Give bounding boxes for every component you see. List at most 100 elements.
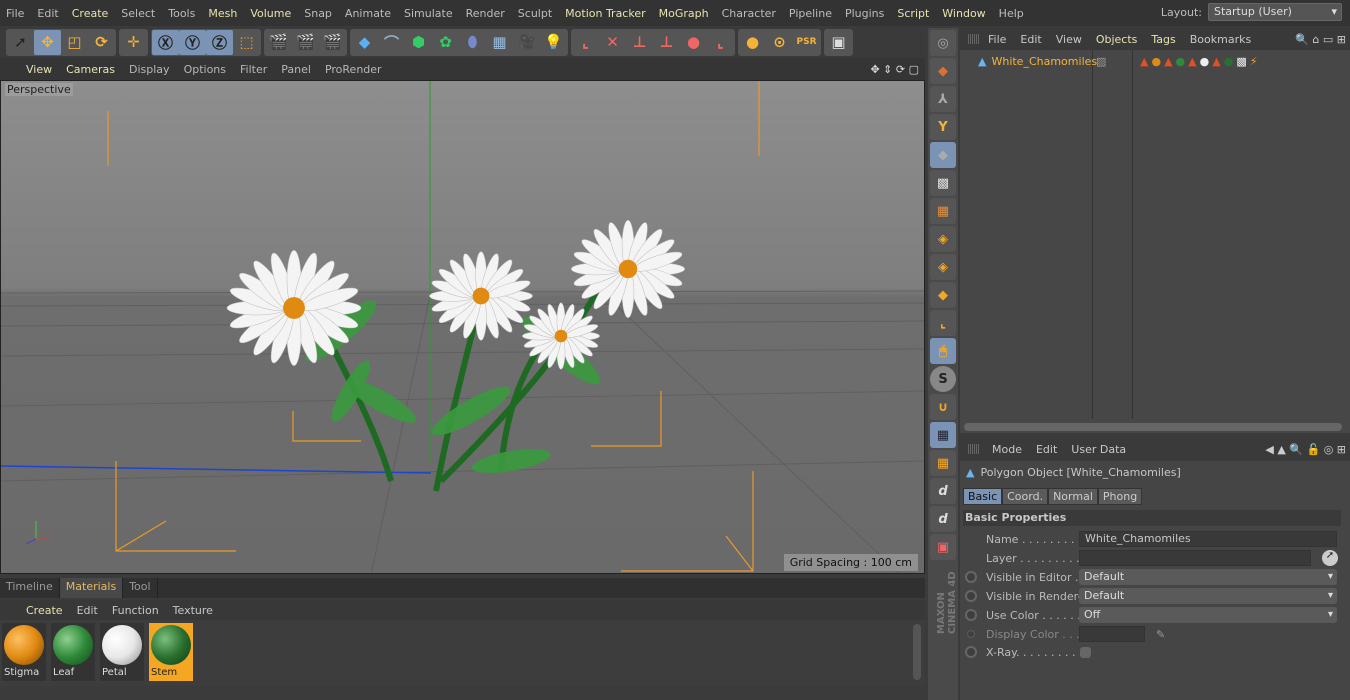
enable-axis-icon[interactable]: ⌞ [930,310,956,336]
menu-character[interactable]: Character [722,7,776,20]
menu-mesh[interactable]: Mesh [208,7,237,20]
anim-radio[interactable] [965,571,977,583]
mat-menu-edit[interactable]: Edit [77,604,98,617]
name-input[interactable]: White_Chamomiles [1079,531,1337,547]
make-editable-icon[interactable]: ◎ [930,30,956,56]
tab-phong[interactable]: Phong [1097,488,1143,505]
layer-picker-icon[interactable]: ➚ [1322,550,1338,566]
use-color-select[interactable]: Off [1079,607,1337,623]
menu-select[interactable]: Select [121,7,155,20]
recent-tool-icon[interactable]: ✛ [120,30,147,55]
om-menu-view[interactable]: View [1056,33,1082,46]
point-snap-icon[interactable]: ⊥ [653,30,680,55]
menu-tools[interactable]: Tools [168,7,195,20]
psr-icon[interactable]: PSR [793,30,820,55]
autokey-icon[interactable]: ⊙ [766,30,793,55]
y-axis-icon[interactable]: Ⓨ [179,29,206,55]
menu-motion-tracker[interactable]: Motion Tracker [565,7,645,20]
om-menu-edit[interactable]: Edit [1020,33,1041,46]
render-view-icon[interactable]: 🎬 [265,30,292,55]
tweak-mode-icon[interactable]: 🖱 [930,338,956,364]
vp-menu-cameras[interactable]: Cameras [66,63,115,76]
light-icon[interactable]: 💡 [540,30,567,55]
keyframe-icon[interactable]: ● [739,30,766,55]
z-axis-icon[interactable]: Ⓩ [206,29,233,55]
model-mode-icon[interactable]: ◆ [930,58,956,84]
tab-tool[interactable]: Tool [123,578,158,598]
am-nav-icons[interactable]: ◀ ▲ 🔍 🔓 ◎ ⊞ [1265,443,1346,456]
polygon-snap-icon[interactable]: ⌞ [707,30,734,55]
object-name[interactable]: White_Chamomiles [991,55,1097,68]
vp-menu-prorender[interactable]: ProRender [325,63,382,76]
om-menu-objects[interactable]: Objects [1096,33,1138,46]
render-picture-viewer-icon[interactable]: 🎬 [292,30,319,55]
texture-icon[interactable]: ▩ [930,170,956,196]
menu-plugins[interactable]: Plugins [845,7,884,20]
menu-sculpt[interactable]: Sculpt [518,7,552,20]
vp-menu-filter[interactable]: Filter [240,63,267,76]
object-row[interactable]: ▲ White_Chamomiles ▨ ▲●▲●▲●▲●▩⚡ [960,52,1350,70]
xray-checkbox[interactable] [1080,646,1091,658]
material-stem[interactable]: Stem [149,623,193,681]
visibility-toggle-icon[interactable]: ▨ [1096,55,1106,68]
coordinate-system-icon[interactable]: ⬚ [233,30,260,55]
texture-mode-icon[interactable]: ⅄ [930,86,956,112]
workplane-icon[interactable]: ⌞ [572,30,599,55]
workplane-mode-icon[interactable]: ▦ [930,198,956,224]
snapping-icon[interactable]: S [930,366,956,392]
material-scrollbar[interactable] [913,624,921,680]
tab-materials[interactable]: Materials [59,578,124,598]
tab-normal[interactable]: Normal [1048,488,1098,505]
paint-icon[interactable]: d [930,478,956,504]
menu-render[interactable]: Render [466,7,505,20]
subdivision-icon[interactable]: ⬢ [405,30,432,55]
mat-menu-create[interactable]: Create [26,604,63,617]
move-icon[interactable]: ✥ [34,29,61,55]
om-menu-file[interactable]: File [988,33,1006,46]
om-menu-tags[interactable]: Tags [1151,33,1175,46]
axis-mode-icon[interactable]: Y [930,114,956,140]
planar-workplane-icon[interactable]: ▦ [930,450,956,476]
vis-editor-select[interactable]: Default [1079,569,1337,585]
vp-menu-options[interactable]: Options [184,63,226,76]
om-menu-bookmarks[interactable]: Bookmarks [1190,33,1251,46]
viewport-3d[interactable]: Perspective Grid Spacing : 100 cm [0,80,925,574]
grip[interactable] [968,34,980,44]
polygons-mode-icon[interactable]: ◆ [930,282,956,308]
grip[interactable] [968,444,980,454]
camera-icon[interactable]: 🎥 [513,30,540,55]
viewport-nav-icons[interactable]: ✥ ⇕ ⟳ ▢ [870,63,919,76]
floor-icon[interactable]: ▦ [486,30,513,55]
menu-mograph[interactable]: MoGraph [659,7,709,20]
tab-timeline[interactable]: Timeline [0,578,60,598]
points-mode-icon[interactable]: ◈ [930,226,956,252]
om-horizontal-scrollbar[interactable] [964,423,1342,431]
menu-create[interactable]: Create [72,7,109,20]
timeline-icon[interactable]: ▣ [825,30,852,55]
vp-menu-panel[interactable]: Panel [281,63,311,76]
rotate-icon[interactable]: ⟳ [88,30,115,55]
x-axis-icon[interactable]: Ⓧ [152,29,179,55]
camera-label[interactable]: Perspective [5,83,73,96]
vp-menu-view[interactable]: View [26,63,52,76]
spline-icon[interactable]: ⌒ [378,30,405,55]
snap-icon[interactable]: ✕ [599,30,626,55]
scale-icon[interactable]: ◰ [61,30,88,55]
anim-radio[interactable] [965,646,977,658]
live-select-icon[interactable]: ➚ [7,30,34,55]
layout-select[interactable]: Startup (User) [1208,3,1342,21]
edges-mode-icon[interactable]: ◈ [930,254,956,280]
uv-icon[interactable]: ▣ [930,534,956,560]
lock-workplane-icon[interactable]: ▦ [930,422,956,448]
tab-basic[interactable]: Basic [963,488,1003,505]
material-leaf[interactable]: Leaf [51,623,95,681]
menu-script[interactable]: Script [897,7,929,20]
menu-edit[interactable]: Edit [37,7,58,20]
anim-radio[interactable] [965,609,977,621]
am-menu-mode[interactable]: Mode [992,443,1022,456]
material-tags[interactable]: ▲●▲●▲●▲●▩⚡ [1140,55,1260,68]
tab-coord[interactable]: Coord. [1002,488,1049,505]
cube-icon[interactable]: ◆ [351,30,378,55]
mat-menu-texture[interactable]: Texture [173,604,213,617]
deformer-icon[interactable]: ⬮ [459,30,486,55]
